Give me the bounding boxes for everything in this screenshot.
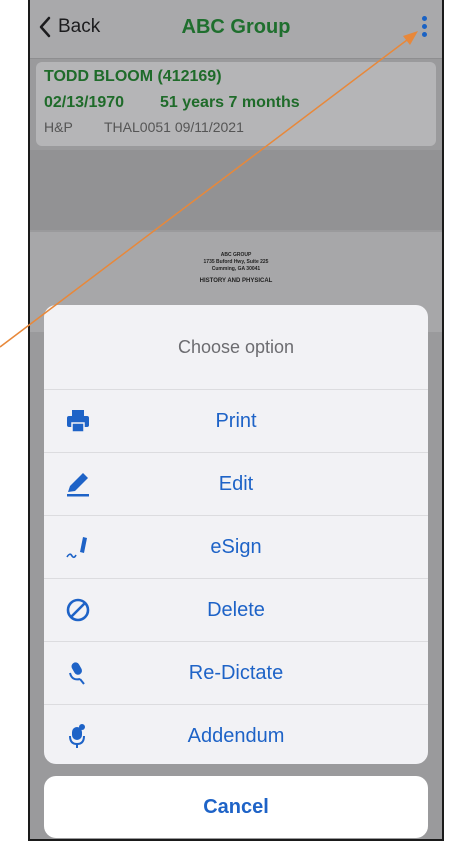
patient-info-card: TODD BLOOM (412169) 02/13/1970 51 years … — [36, 62, 436, 146]
edit-label: Edit — [218, 472, 254, 495]
pencil-icon — [67, 473, 89, 497]
redictate-label: Re-Dictate — [188, 661, 284, 684]
doc-header-line: ABC GROUP — [220, 252, 252, 258]
cancel-button[interactable]: Cancel — [44, 776, 428, 838]
patient-name: TODD BLOOM (412169) — [44, 68, 222, 85]
delete-option[interactable]: Delete — [44, 579, 428, 642]
delete-label: Delete — [207, 598, 265, 621]
navigation-bar: Back ABC Group — [30, 0, 442, 59]
addendum-mic-icon — [69, 724, 85, 748]
patient-age: 51 years 7 months — [160, 94, 300, 111]
phone-screen: Back ABC Group TODD BLOOM (412169) 02/13… — [28, 0, 444, 841]
document-reference: THAL0051 09/11/2021 — [104, 119, 244, 135]
esign-option[interactable]: eSign — [44, 516, 428, 579]
addendum-label: Addendum — [187, 724, 285, 747]
doc-city-line: Cumming, GA 30041 — [211, 266, 261, 272]
patient-dob: 02/13/1970 — [44, 94, 125, 111]
preview-spacer — [30, 150, 442, 230]
printer-icon — [67, 410, 89, 433]
redictate-option[interactable]: Re-Dictate — [44, 642, 428, 705]
edit-option[interactable]: Edit — [44, 453, 428, 516]
esign-label: eSign — [210, 535, 262, 558]
more-options-icon[interactable] — [420, 16, 428, 38]
dictate-mic-icon — [69, 662, 85, 685]
addendum-option[interactable]: Addendum — [44, 705, 428, 764]
action-sheet: Choose option Print Edit eSign Delete Re… — [44, 305, 428, 764]
document-type: H&P — [44, 119, 73, 135]
action-sheet-title: Choose option — [44, 305, 428, 390]
signature-pen-icon — [66, 537, 87, 559]
print-option[interactable]: Print — [44, 390, 428, 453]
doc-address-line: 1735 Buford Hwy, Suite 225 — [203, 259, 269, 265]
prohibited-icon — [66, 598, 90, 622]
print-label: Print — [215, 409, 257, 432]
doc-section-title: HISTORY AND PHYSICAL — [199, 278, 273, 284]
page-title: ABC Group — [181, 16, 291, 38]
